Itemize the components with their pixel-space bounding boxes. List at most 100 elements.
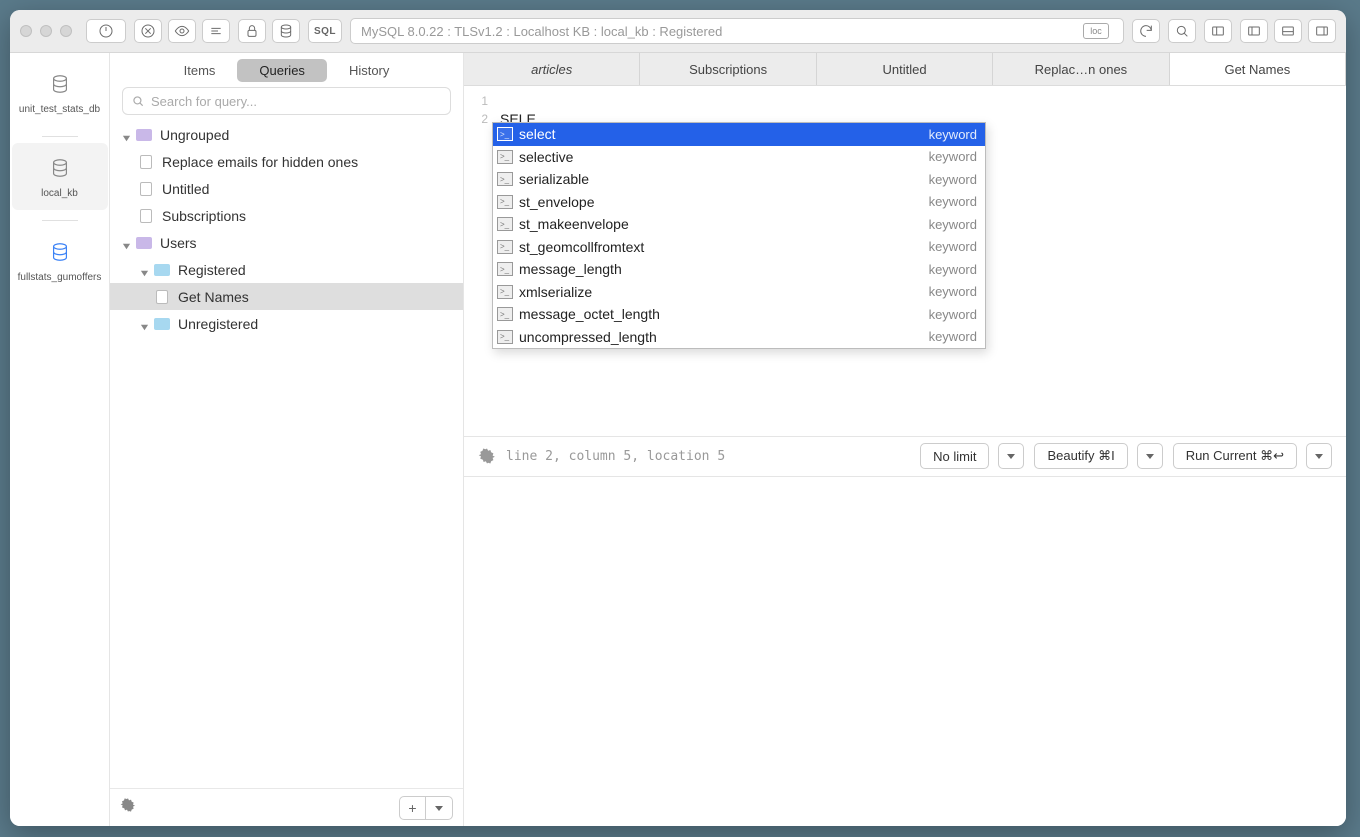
autocomplete-item[interactable]: >_ select keyword [493,123,985,146]
file-icon [140,155,152,169]
layout-3-button[interactable] [1308,19,1336,43]
autocomplete-popup: >_ select keyword >_ selective keyword >_seria… [492,122,986,349]
minimize-dot[interactable] [40,25,52,37]
autocomplete-item[interactable]: >_st_geomcollfromtextkeyword [493,236,985,259]
autocomplete-item[interactable]: >_xmlserializekeyword [493,281,985,304]
tree-label: Ungrouped [160,127,229,143]
tree-sub-unregistered[interactable]: Unregistered [110,310,463,337]
editor-tab[interactable]: Subscriptions [640,53,816,85]
separator [42,220,78,221]
file-icon [140,209,152,223]
file-icon [140,182,152,196]
autocomplete-text: selective [519,149,923,165]
search-placeholder: Search for query... [151,94,257,109]
add-button-group: + [399,796,453,820]
layout-1-button[interactable] [1240,19,1268,43]
autocomplete-kind: keyword [929,127,977,142]
sql-button[interactable]: SQL [308,19,342,43]
keyword-icon: >_ [497,127,513,141]
tree-label: Replace emails for hidden ones [162,154,358,170]
limit-button[interactable]: No limit [920,443,989,469]
app-window: SQL MySQL 8.0.22 : TLSv1.2 : Localhost K… [10,10,1346,826]
main-panel: articlesSubscriptionsUntitledReplac…n on… [464,53,1346,826]
zoom-dot[interactable] [60,25,72,37]
close-dot[interactable] [20,25,32,37]
editor-statusbar: line 2, column 5, location 5 No limit Be… [464,437,1346,477]
editor-tab[interactable]: Untitled [817,53,993,85]
keyword-icon: >_ [497,217,513,231]
beautify-dropdown[interactable] [1137,443,1163,469]
tree-label: Subscriptions [162,208,246,224]
keyword-icon: >_ [497,172,513,186]
tree-group-ungrouped[interactable]: Ungrouped [110,121,463,148]
autocomplete-item[interactable]: >_serializablekeyword [493,168,985,191]
tab-items[interactable]: Items [162,59,238,82]
power-button[interactable] [86,19,126,43]
add-button[interactable]: + [400,797,426,819]
chevron-down-icon [140,265,150,275]
sql-editor[interactable]: 12 SELE >_selectkeyword>_selectivekeywor… [464,86,1346,437]
autocomplete-text: select [519,126,923,142]
separator [42,136,78,137]
layout-2-button[interactable] [1274,19,1302,43]
tree-item-get-names[interactable]: Get Names [110,283,463,310]
tree-item[interactable]: Untitled [110,175,463,202]
breadcrumb[interactable]: MySQL 8.0.22 : TLSv1.2 : Localhost KB : … [350,18,1124,44]
panel-left-button[interactable] [1204,19,1232,43]
autocomplete-item[interactable]: >_uncompressed_lengthkeyword [493,326,985,349]
format-button[interactable] [202,19,230,43]
lock-button[interactable] [238,19,266,43]
breadcrumb-text: MySQL 8.0.22 : TLSv1.2 : Localhost KB : … [361,24,722,39]
run-dropdown[interactable] [1306,443,1332,469]
tree-label: Get Names [178,289,249,305]
tree-item[interactable]: Subscriptions [110,202,463,229]
autocomplete-kind: keyword [929,239,977,254]
keyword-icon: >_ [497,262,513,276]
gear-icon[interactable] [478,447,496,465]
autocomplete-item[interactable]: >_selectivekeyword [493,146,985,169]
titlebar: SQL MySQL 8.0.22 : TLSv1.2 : Localhost K… [10,10,1346,53]
keyword-icon: >_ [497,150,513,164]
limit-dropdown[interactable] [998,443,1024,469]
db-label: fullstats_gumoffers [16,272,104,284]
keyword-icon: >_ [497,285,513,299]
editor-tab[interactable]: Replac…n ones [993,53,1169,85]
content-area: unit_test_stats_db local_kb fullstats_gu… [10,53,1346,826]
beautify-button[interactable]: Beautify ⌘I [1034,443,1127,469]
search-input[interactable]: Search for query... [122,87,451,115]
autocomplete-item[interactable]: >_st_envelopekeyword [493,191,985,214]
autocomplete-kind: keyword [929,217,977,232]
tree-sub-registered[interactable]: Registered [110,256,463,283]
database-button[interactable] [272,19,300,43]
tree-item[interactable]: Replace emails for hidden ones [110,148,463,175]
db-item-local-kb[interactable]: local_kb [12,143,108,210]
results-panel [464,477,1346,827]
code-area[interactable]: SELE >_selectkeyword>_selectivekeyword>_… [492,86,1346,436]
refresh-button[interactable] [1132,19,1160,43]
cancel-button[interactable] [134,19,162,43]
tab-history[interactable]: History [327,59,411,82]
add-dropdown[interactable] [426,797,452,819]
folder-icon [154,264,170,276]
db-item-unit-test[interactable]: unit_test_stats_db [12,59,108,126]
editor-tab[interactable]: articles [464,53,640,85]
visibility-button[interactable] [168,19,196,43]
query-column: Items Queries History Search for query..… [110,53,464,826]
chevron-down-icon [122,238,132,248]
tab-queries[interactable]: Queries [237,59,327,82]
editor-tab[interactable]: Get Names [1170,53,1346,85]
file-icon [156,290,168,304]
run-button[interactable]: Run Current ⌘↩︎ [1173,443,1297,469]
autocomplete-text: message_octet_length [519,306,923,322]
autocomplete-item[interactable]: >_ st_makeenvelope keyword [493,213,985,236]
gear-button[interactable] [120,797,136,818]
search-button[interactable] [1168,19,1196,43]
folder-icon [154,318,170,330]
tree-group-users[interactable]: Users [110,229,463,256]
autocomplete-kind: keyword [929,307,977,322]
autocomplete-item[interactable]: >_message_octet_lengthkeyword [493,303,985,326]
autocomplete-item[interactable]: >_message_lengthkeyword [493,258,985,281]
db-item-fullstats[interactable]: fullstats_gumoffers [12,227,108,294]
tree-label: Registered [178,262,246,278]
autocomplete-text: st_makeenvelope [519,216,923,232]
